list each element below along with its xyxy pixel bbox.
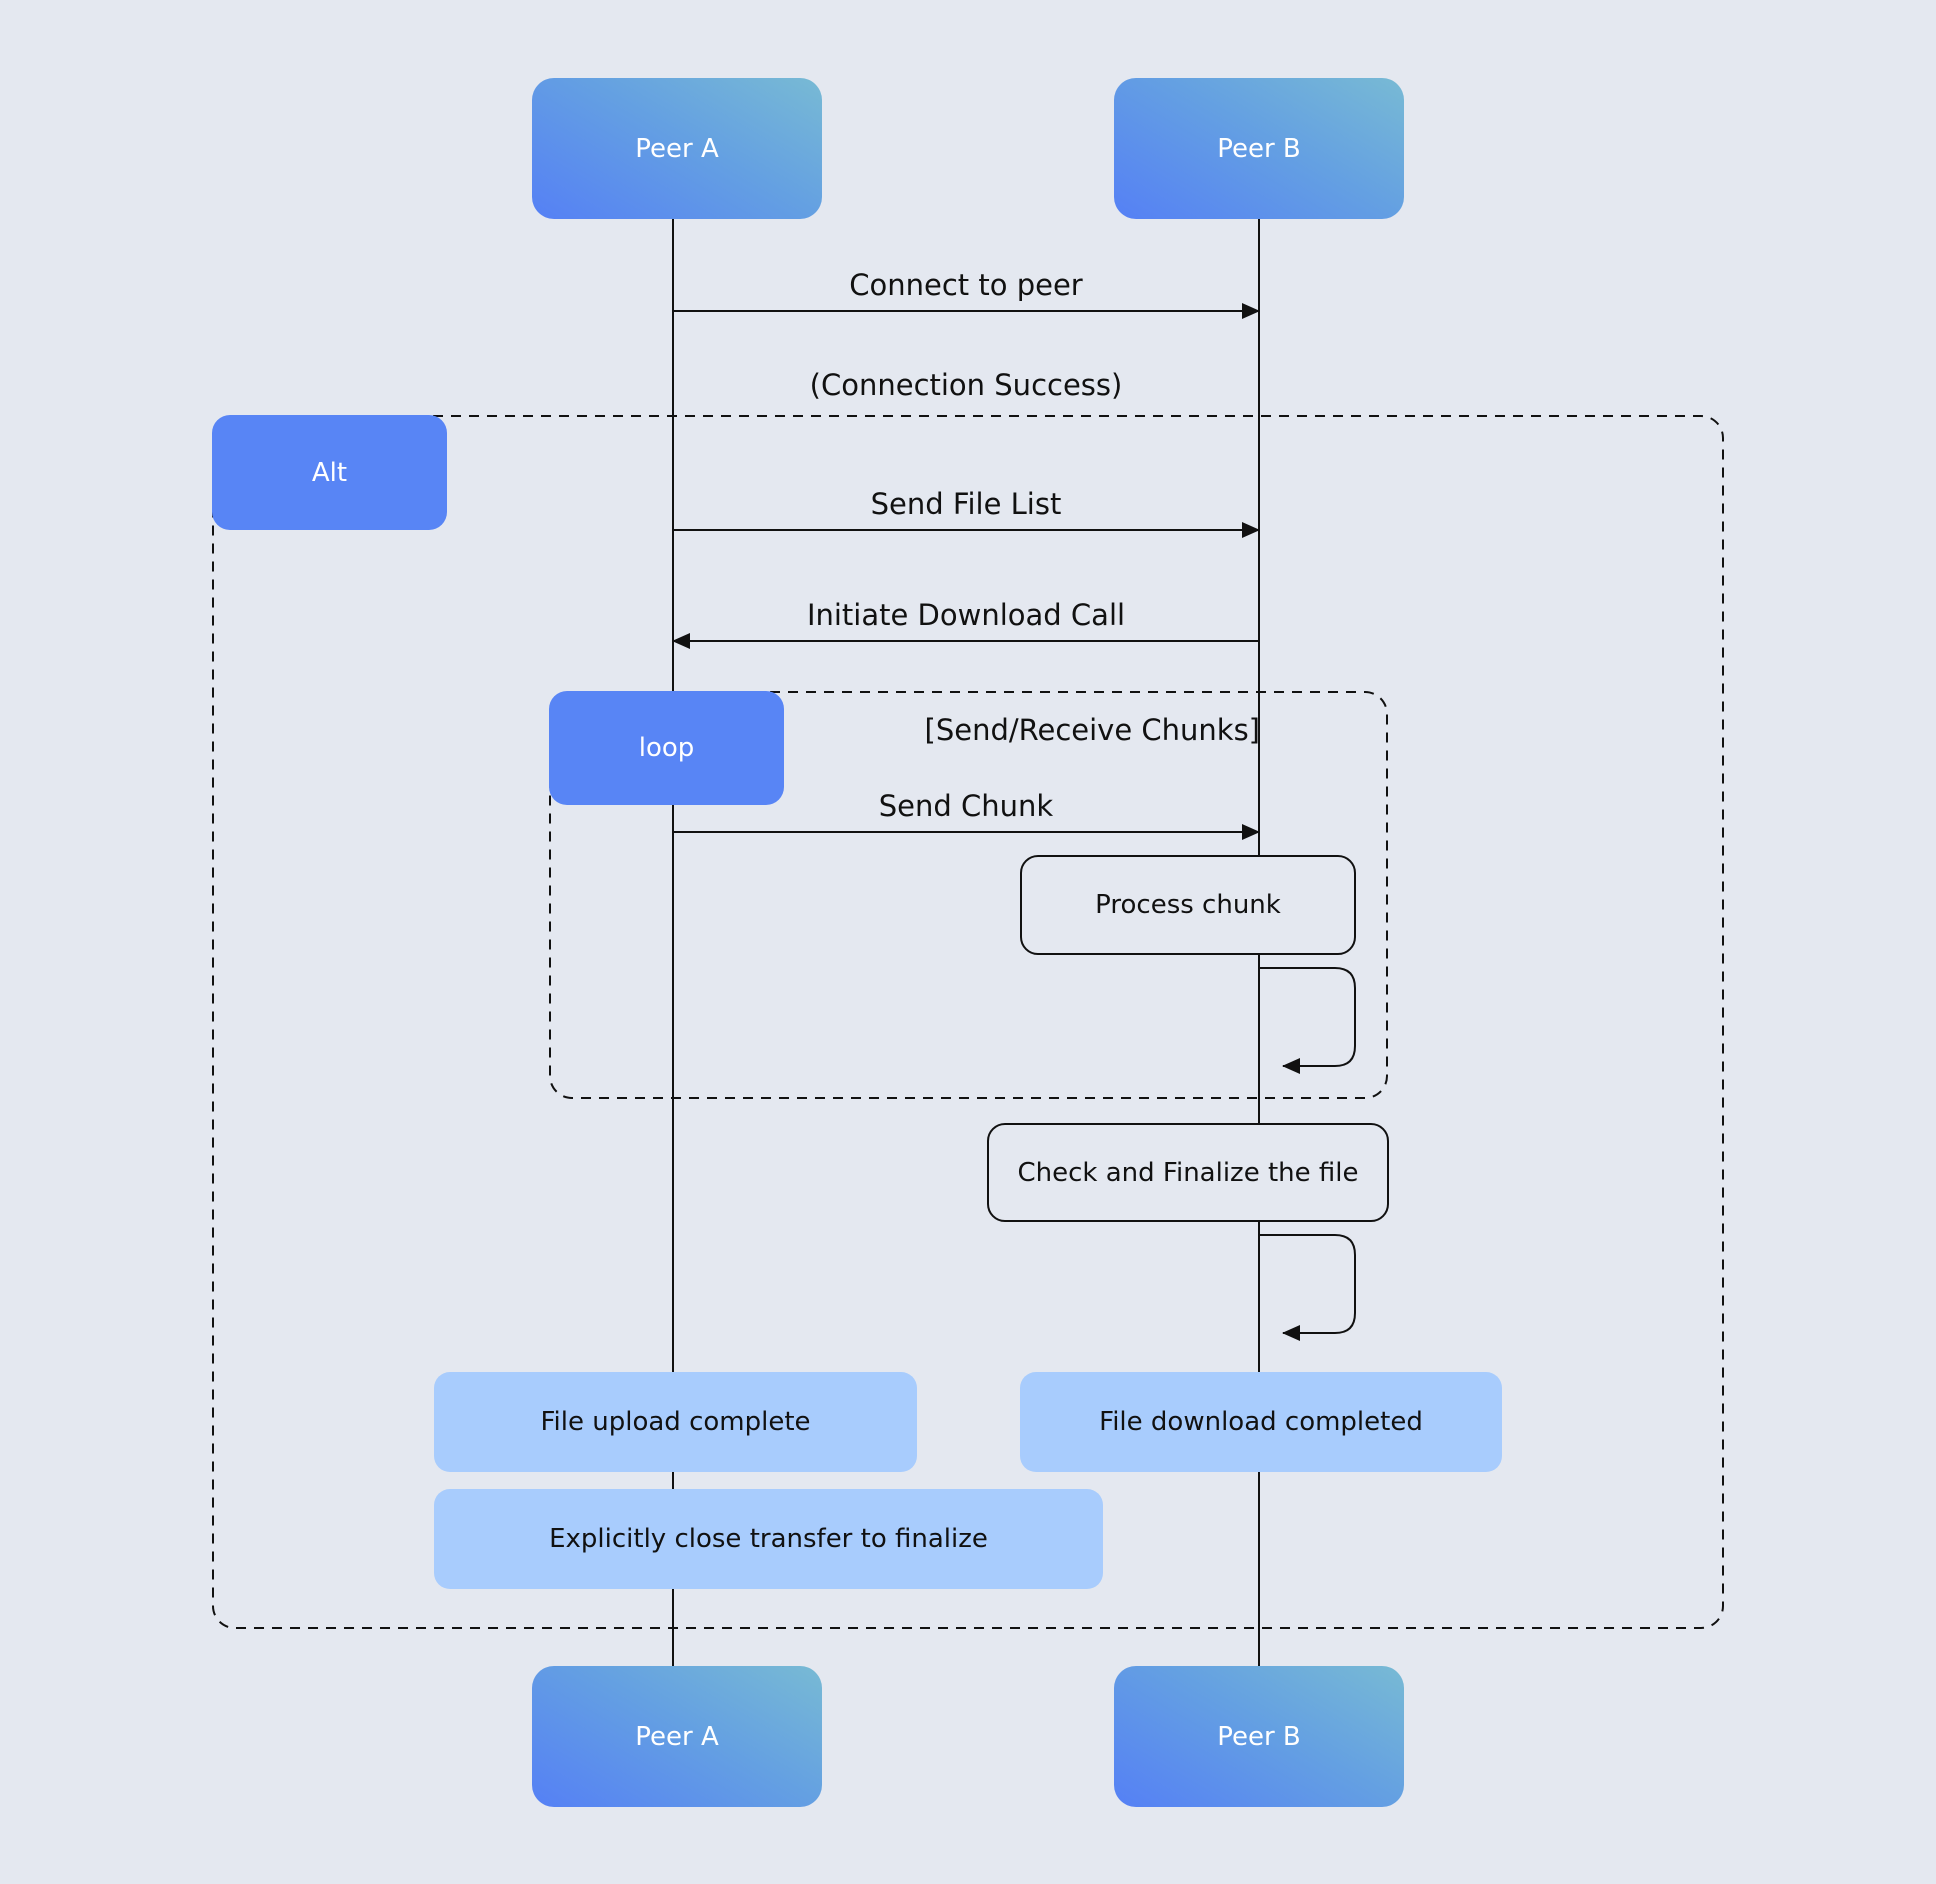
participant-label: Peer B [1217,1721,1301,1752]
participant-label: Peer B [1217,133,1301,164]
message-label-connect: Connect to peer [849,268,1083,302]
activity-check-finalize[interactable]: Check and Finalize the file [987,1123,1389,1222]
note-file-download-completed[interactable]: File download completed [1020,1372,1502,1472]
activity-label: Process chunk [1095,890,1281,920]
participant-label: Peer A [635,133,719,164]
note-close-transfer[interactable]: Explicitly close transfer to finalize [434,1489,1103,1589]
participant-peer-a-top[interactable]: Peer A [532,78,822,219]
note-label: Explicitly close transfer to finalize [549,1524,988,1554]
message-label-initiate-download: Initiate Download Call [806,598,1126,632]
participant-peer-b-bottom[interactable]: Peer B [1114,1666,1404,1807]
activity-label: Check and Finalize the file [1017,1157,1359,1188]
loop-condition: [Send/Receive Chunks] [924,713,1260,747]
alt-condition: (Connection Success) [809,368,1123,402]
loop-frame-tag: loop [549,691,784,805]
self-loop-arrow-finalize [1259,1234,1356,1341]
self-loop-arrow-process [1259,967,1356,1074]
note-file-upload-complete[interactable]: File upload complete [434,1372,917,1472]
alt-frame-tag: Alt [212,415,447,530]
loop-tag-label: loop [638,733,695,763]
note-label: File upload complete [540,1407,811,1437]
alt-tag-label: Alt [311,457,348,488]
participant-label: Peer A [635,1721,719,1752]
note-label: File download completed [1099,1407,1423,1437]
participant-peer-a-bottom[interactable]: Peer A [532,1666,822,1807]
activity-process-chunk[interactable]: Process chunk [1020,855,1356,955]
message-label-send-file-list: Send File List [870,487,1062,521]
participant-peer-b-top[interactable]: Peer B [1114,78,1404,219]
